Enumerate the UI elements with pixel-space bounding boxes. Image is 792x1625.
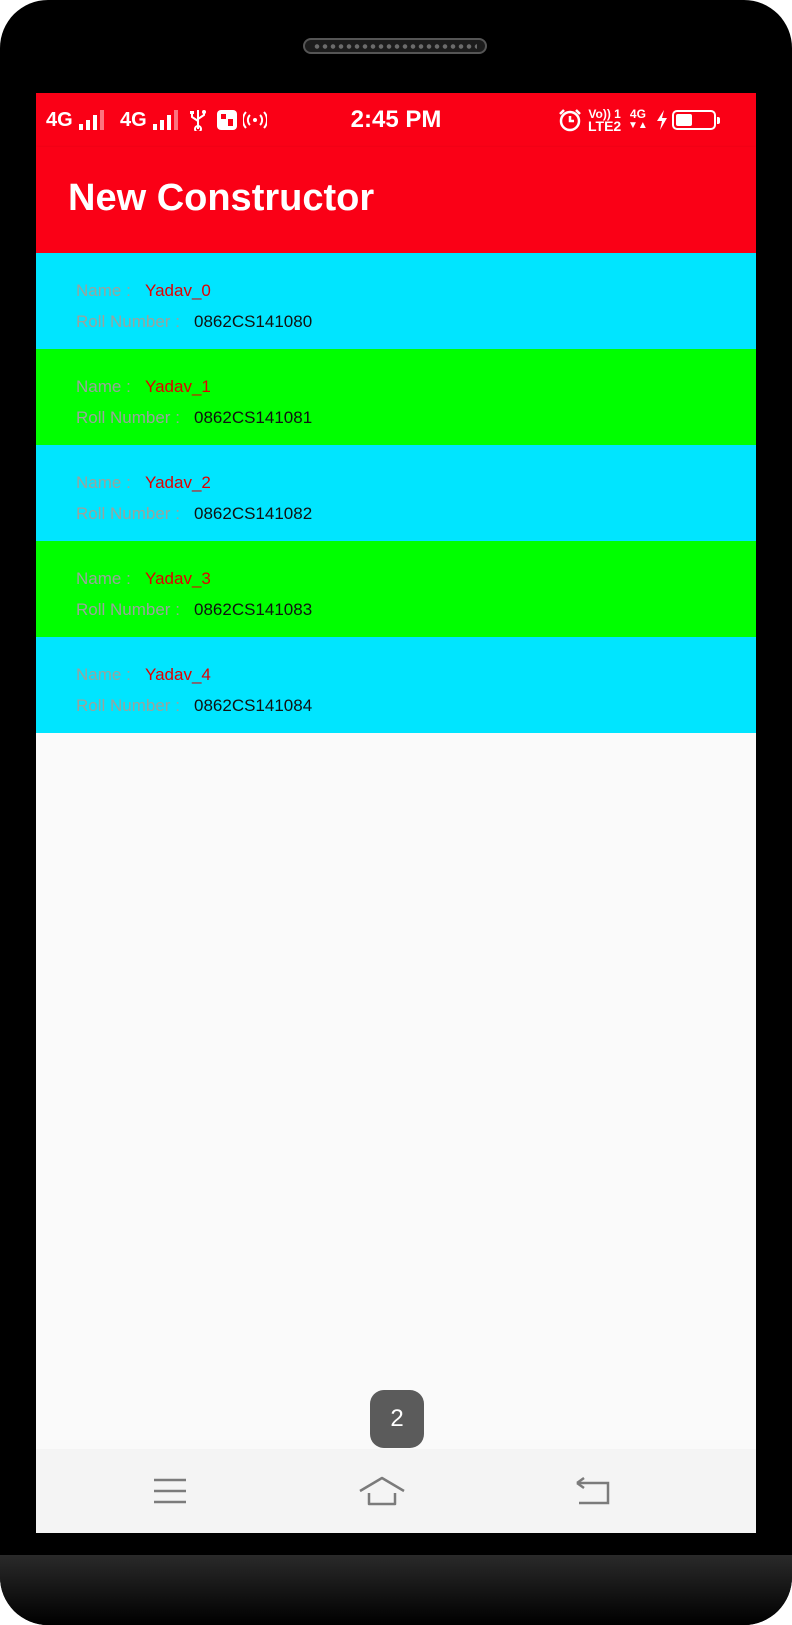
battery-icon bbox=[672, 93, 720, 147]
toast-message: 2 bbox=[370, 1390, 424, 1448]
menu-button[interactable] bbox=[110, 1449, 230, 1533]
status-bar: 4G 4G 2:45 PM Vo)) 1 LTE2 4G ▼▲ bbox=[36, 93, 756, 147]
name-value: Yadav_3 bbox=[145, 568, 211, 588]
list-item[interactable]: Name : Yadav_0 Roll Number : 0862CS14108… bbox=[36, 253, 756, 349]
list-item[interactable]: Name : Yadav_3 Roll Number : 0862CS14108… bbox=[36, 541, 756, 637]
phone-frame: 4G 4G 2:45 PM Vo)) 1 LTE2 4G ▼▲ New Cons… bbox=[0, 0, 792, 1625]
home-icon bbox=[359, 1476, 405, 1506]
roll-number-value: 0862CS141081 bbox=[194, 407, 313, 427]
name-value: Yadav_0 bbox=[145, 280, 211, 300]
phone-chin bbox=[0, 1555, 792, 1625]
roll-number-label: Roll Number : bbox=[76, 599, 180, 619]
list-item[interactable]: Name : Yadav_2 Roll Number : 0862CS14108… bbox=[36, 445, 756, 541]
student-list[interactable]: Name : Yadav_0 Roll Number : 0862CS14108… bbox=[36, 253, 756, 733]
list-item[interactable]: Name : Yadav_1 Roll Number : 0862CS14108… bbox=[36, 349, 756, 445]
name-label: Name : bbox=[76, 568, 131, 588]
name-label: Name : bbox=[76, 664, 131, 684]
menu-icon bbox=[154, 1478, 186, 1504]
roll-number-label: Roll Number : bbox=[76, 695, 180, 715]
lte-label: LTE2 bbox=[588, 118, 622, 134]
app-title: New Constructor bbox=[68, 177, 375, 219]
name-label: Name : bbox=[76, 280, 131, 300]
charging-icon bbox=[656, 93, 668, 147]
data-arrows-icon: ▼▲ bbox=[628, 120, 648, 131]
back-icon bbox=[576, 1477, 610, 1505]
roll-number-value: 0862CS141082 bbox=[194, 503, 313, 523]
roll-number-label: Roll Number : bbox=[76, 503, 180, 523]
name-label: Name : bbox=[76, 472, 131, 492]
data-network-label: 4G bbox=[629, 107, 646, 121]
list-item[interactable]: Name : Yadav_4 Roll Number : 0862CS14108… bbox=[36, 637, 756, 733]
name-value: Yadav_4 bbox=[145, 664, 211, 684]
volte-indicator: Vo)) 1 LTE2 bbox=[588, 93, 621, 147]
clock: 2:45 PM bbox=[350, 106, 442, 133]
data-indicator: 4G ▼▲ bbox=[628, 93, 648, 147]
roll-number-value: 0862CS141083 bbox=[194, 599, 313, 619]
roll-number-value: 0862CS141084 bbox=[194, 695, 313, 715]
app-bar: New Constructor bbox=[36, 147, 756, 253]
speaker-grille bbox=[303, 38, 487, 54]
roll-number-label: Roll Number : bbox=[76, 407, 180, 427]
home-button[interactable] bbox=[322, 1449, 442, 1533]
roll-number-value: 0862CS141080 bbox=[194, 311, 313, 331]
back-button[interactable] bbox=[533, 1449, 653, 1533]
navigation-bar bbox=[36, 1449, 756, 1533]
name-value: Yadav_2 bbox=[145, 472, 211, 492]
alarm-icon bbox=[558, 93, 582, 147]
screen: 4G 4G 2:45 PM Vo)) 1 LTE2 4G ▼▲ New Cons… bbox=[36, 93, 756, 1533]
name-value: Yadav_1 bbox=[145, 376, 211, 396]
roll-number-label: Roll Number : bbox=[76, 311, 180, 331]
name-label: Name : bbox=[76, 376, 131, 396]
